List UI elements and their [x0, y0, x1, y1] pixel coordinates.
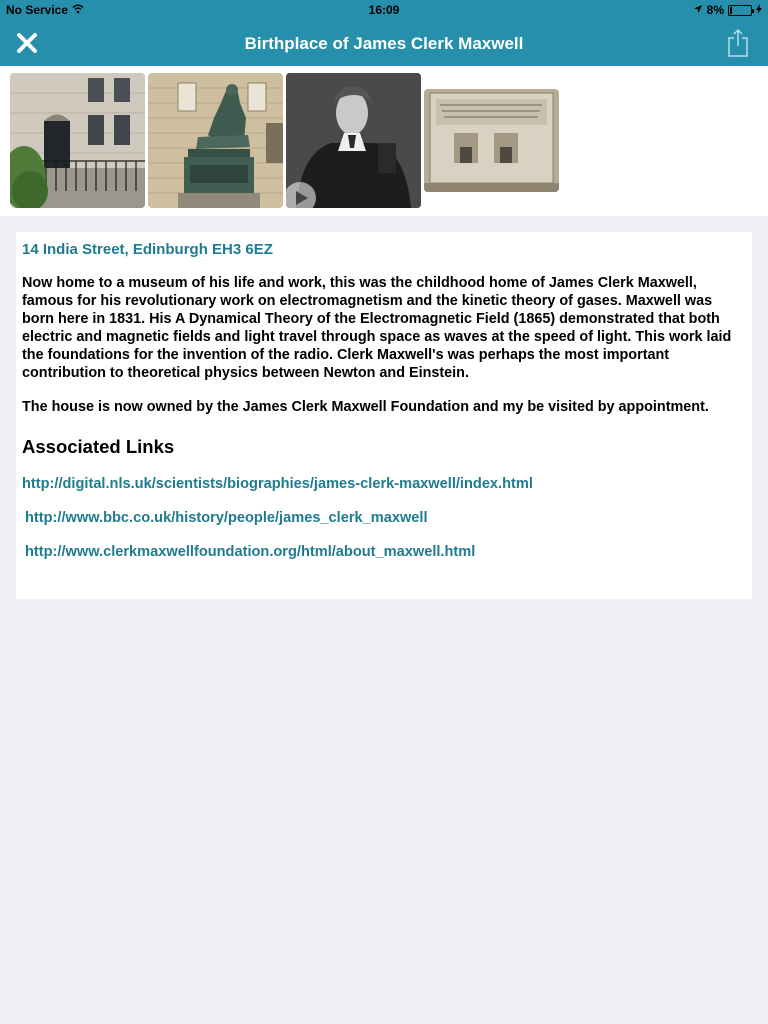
- link-foundation[interactable]: http://www.clerkmaxwellfoundation.org/ht…: [22, 544, 746, 560]
- status-right: 8%: [693, 3, 762, 17]
- portrait-photo[interactable]: [286, 73, 421, 208]
- ownership-paragraph: The house is now owned by the James Cler…: [22, 399, 709, 415]
- link-bbc[interactable]: http://www.bbc.co.uk/history/people/jame…: [22, 510, 746, 526]
- share-button[interactable]: [726, 28, 750, 58]
- status-bar: No Service 16:09 8%: [0, 0, 768, 20]
- description-paragraph: Now home to a museum of his life and wor…: [22, 275, 732, 381]
- battery-icon: [728, 4, 754, 16]
- play-video-icon[interactable]: [286, 182, 316, 208]
- share-icon: [728, 28, 748, 57]
- battery-percent: 8%: [706, 3, 724, 17]
- statue-photo[interactable]: [148, 73, 283, 208]
- address-link[interactable]: 14 India Street, Edinburgh EH3 6EZ: [22, 241, 746, 258]
- battery-level: [730, 6, 732, 14]
- link-nls[interactable]: http://digital.nls.uk/scientists/biograp…: [22, 476, 746, 492]
- charging-bolt-icon: [756, 3, 762, 17]
- detail-card: 14 India Street, Edinburgh EH3 6EZ Now h…: [16, 232, 752, 599]
- photo-gallery: [0, 66, 768, 216]
- status-time: 16:09: [368, 3, 400, 17]
- house-photo[interactable]: [10, 73, 145, 208]
- page-title: Birthplace of James Clerk Maxwell: [244, 34, 524, 53]
- plaque-photo[interactable]: [424, 89, 559, 192]
- location-arrow-icon: [693, 3, 703, 17]
- associated-links-heading: Associated Links: [22, 436, 175, 457]
- nav-bar: Birthplace of James Clerk Maxwell: [0, 20, 768, 66]
